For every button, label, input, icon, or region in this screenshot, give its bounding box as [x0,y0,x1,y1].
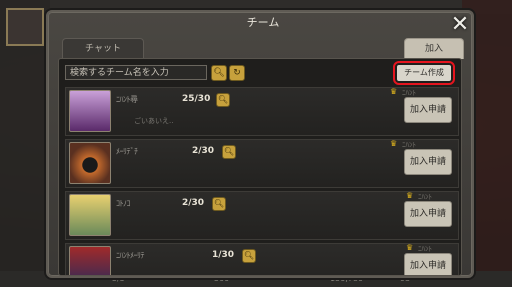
team-name: ｺﾄﾉｺ [116,199,131,208]
team-row: ﾒｰﾘﾃﾞﾁ 2/30 🔍︎ ♛ ﾆﾊﾝﾄ 加入申請 [65,139,459,188]
member-count: 2/30 [182,198,205,208]
team-name: ﾆﾊﾝﾄ尋 [116,95,138,104]
team-row: ﾆﾊﾝﾄﾒｰﾘﾃ 1/30 🔍︎ ♛ ﾆﾊﾝﾄ 加入申請 [65,243,459,275]
info-icon[interactable]: 🔍︎ [222,145,236,159]
member-count: 25/30 [182,94,211,104]
team-description: ごいあいえ.. [134,117,174,125]
close-button[interactable]: ✕ [445,10,475,40]
search-icon[interactable]: 🔍︎ [211,65,227,81]
join-request-button[interactable]: 加入申請 [404,97,452,123]
member-count: 1/30 [212,250,235,260]
join-request-button[interactable]: 加入申請 [404,253,452,275]
team-avatar [69,90,111,132]
tab-chat[interactable]: チャット [62,38,144,59]
info-icon[interactable]: 🔍︎ [242,249,256,263]
team-list-panel: 検索するチーム名を入力 🔍︎ ↻ チーム作成 ﾆﾊﾝﾄ尋 25/30 🔍︎ ごい… [58,58,462,276]
modal-title: チーム [246,16,280,29]
tab-join[interactable]: 加入 [404,38,464,59]
team-name: ﾒｰﾘﾃﾞﾁ [116,147,138,156]
team-avatar [69,194,111,236]
info-icon[interactable]: 🔍︎ [216,93,230,107]
crown-icon: ♛ [390,87,398,96]
join-request-button[interactable]: 加入申請 [404,201,452,227]
team-avatar [69,246,111,275]
team-name: ﾆﾊﾝﾄﾒｰﾘﾃ [116,251,145,260]
team-row: ｺﾄﾉｺ 2/30 🔍︎ ♛ ﾆﾊﾝﾄ 加入申請 [65,191,459,240]
search-input[interactable]: 検索するチーム名を入力 [65,65,207,80]
crown-icon: ♛ [406,243,414,252]
player-avatar[interactable] [6,8,44,46]
join-request-button[interactable]: 加入申請 [404,149,452,175]
info-icon[interactable]: 🔍︎ [212,197,226,211]
crown-icon: ♛ [390,139,398,148]
create-team-button[interactable]: チーム作成 [393,61,455,85]
refresh-icon[interactable]: ↻ [229,65,245,81]
crown-icon: ♛ [406,191,414,200]
member-count: 2/30 [192,146,215,156]
team-modal: チーム ✕ チャット 加入 検索するチーム名を入力 🔍︎ ↻ チーム作成 ﾆﾊﾝ… [46,10,474,278]
team-row: ﾆﾊﾝﾄ尋 25/30 🔍︎ ごいあいえ.. ♛ ﾆﾊﾝﾄ 加入申請 [65,87,459,136]
team-avatar [69,142,111,184]
